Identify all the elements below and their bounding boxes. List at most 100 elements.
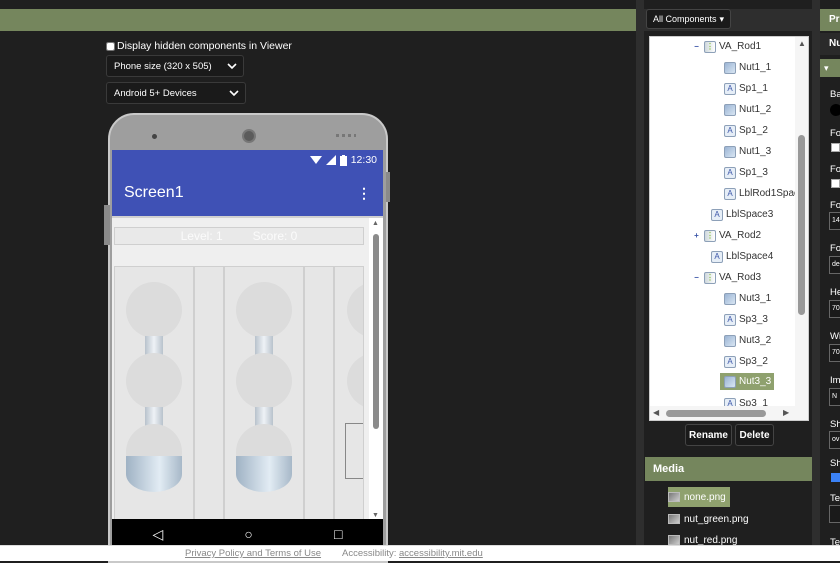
tree-item-lblspace3[interactable]: A LblSpace3 [711, 206, 773, 223]
component-tree[interactable]: − ⋮ VA_Rod1 Nut1_1 A Sp1_1 Nut1_2 A Sp1_2 … [649, 36, 809, 421]
level-label: Level: 1 [180, 229, 223, 243]
tree-item-va-rod2[interactable]: + ⋮ VA_Rod2 [692, 227, 761, 244]
prop-input[interactable]: 70 [829, 300, 840, 318]
media-item-nut-green[interactable]: nut_green.png [668, 509, 753, 529]
phone-screen[interactable]: 12:30 Screen1 ⋮ Level: 1 Score: 0 ▲ ▼ ◁ … [112, 150, 383, 545]
tree-vertical-scrollbar[interactable]: ▲ [795, 37, 808, 407]
image-file-icon [668, 535, 680, 545]
media-item-none[interactable]: none.png [668, 487, 730, 507]
prop-label: Fo [830, 164, 840, 175]
tree-item-nut3-1[interactable]: Nut3_1 [724, 290, 771, 307]
tree-horizontal-scrollbar[interactable]: ◀ ▶ [650, 406, 808, 420]
collapse-toggle-icon[interactable]: − [692, 273, 701, 282]
scroll-right-icon[interactable]: ▶ [783, 408, 789, 417]
tree-item-lblspace4[interactable]: A LblSpace4 [711, 248, 773, 265]
scroll-down-icon[interactable]: ▼ [372, 512, 379, 519]
prop-label: Sh [830, 458, 840, 469]
status-time: 12:30 [350, 154, 377, 166]
media-item-label: nut_green.png [684, 513, 749, 525]
prop-checkbox[interactable] [831, 143, 840, 152]
tree-item-sp1-2[interactable]: A Sp1_2 [724, 122, 768, 139]
vertical-arrangement-icon: ⋮ [704, 40, 716, 53]
tree-item-nut1-2[interactable]: Nut1_2 [724, 101, 771, 118]
tree-item-label: LblSpace3 [726, 209, 774, 220]
tree-item-lblrod1space[interactable]: A LblRod1Space [724, 185, 805, 202]
properties-component-name: Nu [820, 33, 840, 55]
battery-icon [339, 154, 347, 166]
image-icon [724, 292, 736, 305]
prop-input[interactable]: N [829, 388, 840, 406]
prop-label: Im [830, 375, 840, 386]
rod-spacer [304, 266, 334, 521]
label-icon: A [724, 82, 736, 95]
tree-item-label: Nut1_2 [739, 104, 772, 115]
phone-side-button [104, 205, 110, 245]
tree-item-nut3-2[interactable]: Nut3_2 [724, 332, 771, 349]
rod-column[interactable] [224, 266, 304, 521]
tree-item-va-rod3[interactable]: − ⋮ VA_Rod3 [692, 269, 761, 286]
phone-side-button [386, 172, 390, 202]
tree-item-sp1-3[interactable]: A Sp1_3 [724, 164, 768, 181]
tree-item-sp1-1[interactable]: A Sp1_1 [724, 80, 768, 97]
privacy-link[interactable]: Privacy Policy and Terms of Use [185, 548, 321, 559]
app-body: Level: 1 Score: 0 ▲ ▼ [112, 216, 383, 521]
collapse-toggle-icon[interactable]: − [692, 42, 701, 51]
scrollbar-thumb[interactable] [666, 410, 766, 417]
back-icon[interactable]: ◁ [153, 526, 164, 543]
image-icon [724, 334, 736, 347]
expand-toggle-icon[interactable]: + [692, 231, 701, 240]
color-swatch[interactable] [830, 104, 840, 116]
spacer-circle [126, 282, 182, 338]
label-icon: A [724, 124, 736, 137]
status-bar: 12:30 [112, 150, 383, 170]
delete-button[interactable]: Delete [735, 424, 774, 446]
recents-icon[interactable]: □ [334, 526, 342, 542]
prop-input[interactable]: ov [829, 431, 840, 449]
scroll-up-icon[interactable]: ▲ [372, 220, 379, 227]
label-icon: A [711, 208, 723, 221]
image-icon [724, 145, 736, 158]
prop-input[interactable] [829, 505, 840, 523]
tree-item-sp3-3[interactable]: A Sp3_3 [724, 311, 768, 328]
properties-section-toggle[interactable]: ▾ [820, 59, 840, 77]
tree-item-label: Nut1_3 [739, 146, 772, 157]
overflow-menu-icon[interactable]: ⋮ [357, 185, 371, 202]
score-label: Score: 0 [252, 229, 298, 243]
screen-scrollbar[interactable]: ▲ ▼ [369, 218, 383, 521]
prop-label: Te [830, 537, 840, 545]
prop-input[interactable]: de [829, 256, 840, 274]
rod-column[interactable] [114, 266, 194, 521]
prop-input[interactable]: 14 [829, 212, 840, 230]
accessibility-label: Accessibility: [342, 548, 397, 559]
tree-item-nut1-1[interactable]: Nut1_1 [724, 59, 771, 76]
prop-input[interactable]: 70 [829, 344, 840, 362]
hidden-components-check[interactable] [106, 41, 115, 51]
phone-size-select[interactable]: Phone size (320 x 505) [106, 55, 244, 77]
rod-column[interactable] [334, 266, 364, 521]
display-hidden-components-checkbox[interactable]: Display hidden components in Viewer [106, 40, 292, 52]
tree-item-nut1-3[interactable]: Nut1_3 [724, 143, 771, 160]
scroll-left-icon[interactable]: ◀ [653, 408, 659, 417]
spacer-circle [347, 353, 363, 409]
label-icon: A [724, 355, 736, 368]
vertical-arrangement-icon: ⋮ [704, 271, 716, 284]
all-components-dropdown[interactable]: All Components ▾ [646, 9, 732, 29]
scrollbar-thumb[interactable] [798, 135, 805, 315]
device-select[interactable]: Android 5+ Devices [106, 82, 246, 104]
label-icon: A [711, 250, 723, 263]
wifi-icon [309, 156, 322, 164]
accessibility-link[interactable]: accessibility.mit.edu [399, 548, 483, 559]
vertical-arrangement-icon: ⋮ [704, 229, 716, 242]
tree-item-va-rod1[interactable]: − ⋮ VA_Rod1 [692, 38, 761, 55]
prop-checkbox-checked[interactable] [831, 473, 840, 482]
tree-item-nut3-3[interactable]: Nut3_3 [720, 373, 775, 390]
prop-checkbox[interactable] [831, 179, 840, 188]
properties-panel: Pr Nu ▾ Ba Fo Fo Fo 14 Fo de He 70 Wi 70… [820, 9, 840, 545]
scrollbar-thumb[interactable] [373, 234, 379, 429]
panel-divider [636, 0, 644, 545]
tree-item-label: Sp1_2 [739, 125, 768, 136]
home-icon[interactable]: ○ [244, 526, 252, 542]
tree-item-sp3-2[interactable]: A Sp3_2 [724, 353, 768, 370]
scroll-up-icon[interactable]: ▲ [798, 39, 806, 48]
rename-button[interactable]: Rename [685, 424, 732, 446]
